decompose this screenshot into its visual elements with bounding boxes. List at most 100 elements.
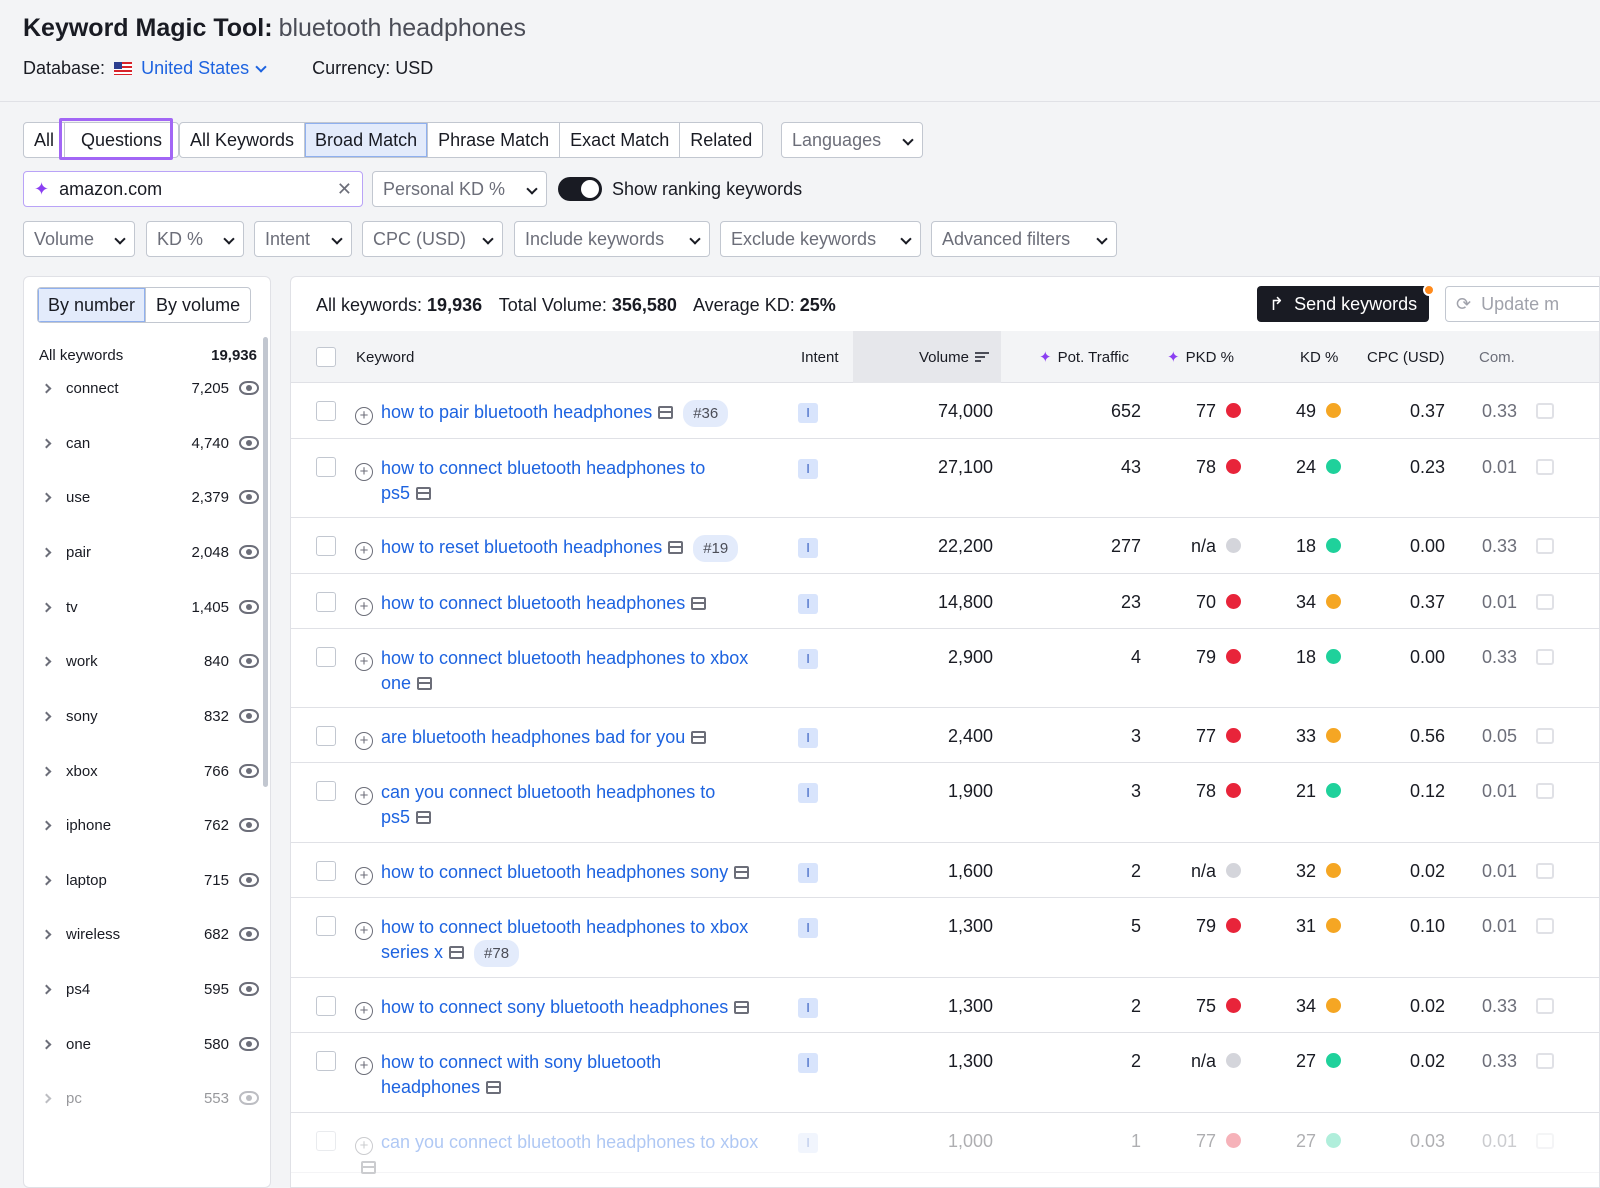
col-intent[interactable]: Intent	[801, 331, 839, 383]
checkbox[interactable]	[316, 536, 336, 556]
serp-features-icon[interactable]	[417, 677, 433, 690]
kd-filter[interactable]: KD %	[146, 221, 244, 257]
add-keyword-icon[interactable]: +	[355, 653, 373, 671]
keyword-link-cont[interactable]: ps5	[381, 807, 410, 827]
eye-icon[interactable]	[239, 1037, 259, 1051]
keyword-link[interactable]: can you connect bluetooth headphones to …	[381, 1132, 758, 1152]
chevron-right-icon[interactable]	[41, 711, 52, 721]
keyword-link-cont[interactable]: series x	[381, 942, 443, 962]
chevron-right-icon[interactable]	[41, 1039, 52, 1049]
serp-features-icon[interactable]	[416, 811, 432, 824]
keyword-link[interactable]: how to connect bluetooth headphones	[381, 593, 685, 613]
keyword-link-cont[interactable]: ps5	[381, 483, 410, 503]
add-keyword-icon[interactable]: +	[355, 1002, 373, 1020]
row-checkbox[interactable]	[316, 592, 336, 612]
chevron-right-icon[interactable]	[41, 929, 52, 939]
clear-icon[interactable]: ✕	[337, 179, 352, 200]
domain-search-input[interactable]: ✦ amazon.com ✕	[23, 171, 363, 207]
serp-features-icon[interactable]	[361, 1161, 376, 1174]
row-checkbox[interactable]	[316, 1051, 336, 1071]
keyword-link[interactable]: how to connect with sony bluetooth	[381, 1052, 661, 1072]
keyword-link[interactable]: can you connect bluetooth headphones to	[381, 782, 715, 802]
intent-badge[interactable]: I	[798, 783, 818, 803]
serp-features-icon[interactable]	[734, 1001, 750, 1014]
serp-features-icon[interactable]	[658, 406, 674, 419]
serp-features-icon[interactable]	[449, 946, 465, 959]
chevron-right-icon[interactable]	[41, 820, 52, 830]
row-checkbox[interactable]	[316, 916, 336, 936]
sidebar-group-item[interactable]: laptop 715	[39, 860, 259, 900]
send-keywords-button[interactable]: ↱ Send keywords	[1257, 286, 1430, 322]
intent-badge[interactable]: I	[798, 918, 818, 938]
intent-badge[interactable]: I	[798, 998, 818, 1018]
sidebar-group-item[interactable]: one 580	[39, 1024, 259, 1064]
update-button[interactable]: ⟳ Update m	[1445, 286, 1599, 322]
intent-badge[interactable]: I	[798, 1053, 818, 1073]
serp-features-icon[interactable]	[691, 731, 707, 744]
trend-icon[interactable]	[1536, 918, 1554, 934]
chevron-right-icon[interactable]	[41, 383, 52, 393]
trend-icon[interactable]	[1536, 649, 1554, 665]
checkbox[interactable]	[316, 996, 336, 1016]
col-pkd[interactable]: ✦ PKD %	[1167, 331, 1234, 383]
eye-icon[interactable]	[239, 381, 259, 395]
add-keyword-icon[interactable]: +	[355, 407, 373, 425]
sidebar-group-item[interactable]: wireless 682	[39, 914, 259, 954]
intent-badge[interactable]: I	[798, 863, 818, 883]
sidebar-group-item[interactable]: connect 7,205	[39, 368, 259, 408]
eye-icon[interactable]	[239, 600, 259, 614]
checkbox[interactable]	[316, 1051, 336, 1071]
languages-dropdown[interactable]: Languages	[781, 122, 923, 158]
show-ranking-toggle[interactable]	[558, 177, 602, 201]
row-checkbox[interactable]	[316, 861, 336, 881]
row-checkbox[interactable]	[316, 401, 336, 421]
intent-badge[interactable]: I	[798, 649, 818, 669]
keyword-link-cont[interactable]: headphones	[381, 1077, 480, 1097]
keyword-link[interactable]: how to connect sony bluetooth headphones	[381, 997, 728, 1017]
cpc-filter[interactable]: CPC (USD)	[362, 221, 503, 257]
eye-icon[interactable]	[239, 545, 259, 559]
keyword-link[interactable]: how to reset bluetooth headphones	[381, 537, 662, 557]
checkbox[interactable]	[316, 726, 336, 746]
intent-badge[interactable]: I	[798, 538, 818, 558]
eye-icon[interactable]	[239, 818, 259, 832]
sidebar-group-item[interactable]: use 2,379	[39, 477, 259, 517]
add-keyword-icon[interactable]: +	[355, 732, 373, 750]
sidebar-group-item[interactable]: work 840	[39, 641, 259, 681]
trend-icon[interactable]	[1536, 783, 1554, 799]
add-keyword-icon[interactable]: +	[355, 1137, 373, 1155]
eye-icon[interactable]	[239, 709, 259, 723]
sidebar-group-item[interactable]: pair 2,048	[39, 532, 259, 572]
sidebar-group-item[interactable]: sony 832	[39, 696, 259, 736]
all-keywords-group[interactable]: All keywords 19,936	[39, 347, 257, 364]
trend-icon[interactable]	[1536, 459, 1554, 475]
tab-by-number[interactable]: By number	[38, 288, 147, 322]
tab-all-keywords[interactable]: All Keywords	[180, 123, 306, 157]
add-keyword-icon[interactable]: +	[355, 542, 373, 560]
chevron-right-icon[interactable]	[41, 602, 52, 612]
intent-badge[interactable]: I	[798, 1133, 818, 1153]
chevron-right-icon[interactable]	[41, 492, 52, 502]
database-selector[interactable]: United States	[141, 58, 267, 78]
col-volume[interactable]: Volume	[853, 331, 1001, 383]
exclude-keywords-filter[interactable]: Exclude keywords	[720, 221, 921, 257]
add-keyword-icon[interactable]: +	[355, 598, 373, 616]
tab-broad-match[interactable]: Broad Match	[305, 123, 429, 157]
tab-by-volume[interactable]: By volume	[146, 288, 250, 322]
eye-icon[interactable]	[239, 982, 259, 996]
row-checkbox[interactable]	[316, 726, 336, 746]
eye-icon[interactable]	[239, 764, 259, 778]
keyword-link[interactable]: how to connect bluetooth headphones to x…	[381, 917, 748, 937]
eye-icon[interactable]	[239, 873, 259, 887]
keyword-link-cont[interactable]: one	[381, 673, 411, 693]
col-kd[interactable]: KD %	[1300, 331, 1338, 383]
trend-icon[interactable]	[1536, 594, 1554, 610]
sidebar-group-item[interactable]: can 4,740	[39, 423, 259, 463]
serp-features-icon[interactable]	[416, 487, 432, 500]
checkbox[interactable]	[316, 916, 336, 936]
personal-kd-dropdown[interactable]: Personal KD %	[372, 171, 547, 207]
sidebar-group-item[interactable]: ps4 595	[39, 969, 259, 1009]
keyword-link[interactable]: how to pair bluetooth headphones	[381, 402, 652, 422]
tab-phrase-match[interactable]: Phrase Match	[428, 123, 561, 157]
keyword-link[interactable]: are bluetooth headphones bad for you	[381, 727, 685, 747]
